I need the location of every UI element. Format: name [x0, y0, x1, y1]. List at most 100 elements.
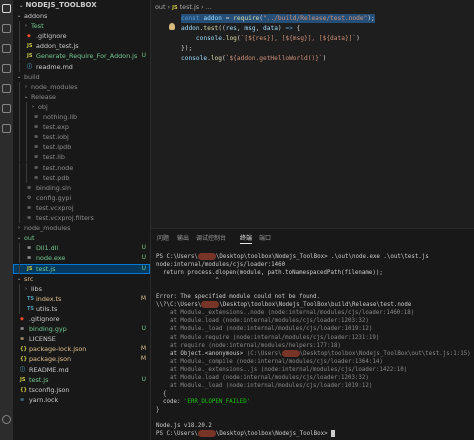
terminal-text: ^ — [156, 278, 219, 285]
file-item[interactable]: ≡ binding.sln — [13, 182, 150, 193]
chevron-right-icon[interactable]: › — [16, 223, 22, 233]
file-name: nothing.lib — [43, 113, 78, 121]
terminal-text: at Module.require (node:internal/modules… — [156, 334, 380, 341]
chevron-down-icon[interactable]: ⌄ — [16, 233, 22, 243]
folder-item[interactable]: ⌄ out — [13, 233, 150, 243]
file-item[interactable]: ≡ test.exp — [13, 122, 150, 133]
code-token: => — [285, 25, 293, 32]
file-item[interactable]: {} package.json M — [13, 354, 150, 364]
file-item[interactable]: ⚙ config.gypi — [13, 192, 150, 203]
file-file-icon: ≡ — [20, 396, 25, 403]
file-item[interactable]: ≡ LICENSE — [13, 334, 150, 344]
file-item[interactable]: ≡ test.ipdb — [13, 142, 150, 153]
panel-tab[interactable]: 终端 — [240, 235, 253, 244]
file-item[interactable]: ≡ test.vcxproj — [13, 202, 150, 213]
folder-item[interactable]: ⌄ Release — [13, 91, 150, 102]
file-item[interactable]: TS utils.ts — [13, 303, 150, 314]
folder-item[interactable]: ⌄ addons — [13, 11, 150, 21]
folder-item[interactable]: › Test — [13, 21, 150, 32]
lightbulb-icon[interactable] — [169, 23, 175, 30]
file-name: README.md — [29, 365, 69, 374]
file-name: binding.sln — [36, 183, 72, 192]
md-file-icon: ⓘ — [20, 366, 26, 373]
file-item[interactable]: ≡ yarn.lock — [13, 395, 150, 405]
folder-item[interactable]: › obj — [13, 101, 150, 112]
folder-item[interactable]: › libs — [13, 283, 150, 294]
folder-item[interactable]: ⌄ src — [13, 274, 150, 284]
code-token: ); — [367, 15, 375, 22]
remote-icon[interactable] — [2, 104, 11, 113]
chevron-down-icon[interactable]: ⌄ — [16, 274, 22, 284]
chevron-right-icon[interactable]: › — [23, 21, 29, 31]
file-item[interactable]: ≡ test.iobj — [13, 132, 150, 143]
panel-tab[interactable]: 问题 — [157, 235, 169, 243]
js-file-icon: JS — [172, 5, 178, 11]
indent-guide — [19, 162, 20, 173]
code-line: addon.test((res, msg, data) => { — [181, 24, 300, 33]
file-item[interactable]: JS test.js U — [13, 263, 150, 274]
terminal-text: Error: The specified module could not be… — [156, 294, 321, 301]
chevron-down-icon[interactable]: ⌄ — [23, 92, 29, 102]
file-item[interactable]: ≡ nothing.lib — [13, 112, 150, 122]
file-item[interactable]: ◆ .gitignore — [13, 314, 150, 324]
file-item[interactable]: ≡ test.pdb — [13, 172, 150, 183]
explorer-sidebar: ⌄ NODEJS_TOOLBOX ⌄ addons › Test ◆ .gitignore… — [13, 0, 151, 440]
file-item[interactable]: ≡ test.vcxproj.filters — [13, 213, 150, 223]
file-item[interactable]: ≡ test.lib — [13, 152, 150, 163]
file-name: Dll1.dll — [36, 244, 59, 253]
panel-tab[interactable]: 端口 — [259, 235, 271, 243]
chevron-down-icon[interactable]: ⌄ — [16, 72, 22, 82]
breadcrumb-separator: › — [201, 3, 204, 11]
code-token: log — [225, 35, 237, 42]
file-item[interactable]: ≡ node.exe U — [13, 253, 150, 264]
breadcrumb-symbol[interactable]: ... — [206, 3, 212, 11]
file-name: obj — [38, 102, 48, 111]
search-icon[interactable] — [2, 24, 11, 33]
testing-icon[interactable] — [2, 124, 11, 133]
indent-guide — [19, 112, 20, 122]
run-debug-icon[interactable] — [2, 64, 11, 73]
terminal-line: at Module._extensions..node (node:intern… — [156, 309, 414, 317]
chevron-right-icon[interactable]: › — [23, 284, 29, 294]
explorer-icon[interactable] — [2, 4, 11, 13]
file-item[interactable]: JS addon_test.js — [13, 41, 150, 52]
file-item[interactable]: ⓘ readme.md — [13, 61, 150, 72]
file-item[interactable]: ◆ .gitignore — [13, 31, 150, 42]
bottom-panel: 问题 输出 调试控制台 终端 端口 PS C:\Users\ \Desktop\toolb… — [151, 228, 474, 440]
file-item[interactable]: TS index.ts M — [13, 293, 150, 304]
folder-item[interactable]: › node_modules — [13, 81, 150, 92]
breadcrumb-folder[interactable]: out — [155, 3, 165, 11]
extensions-icon[interactable] — [2, 84, 11, 93]
terminal-line: } — [156, 406, 160, 414]
file-item[interactable]: JS Generate_Require_For_Addon.js U — [13, 51, 150, 62]
explorer-title[interactable]: ⌄ NODEJS_TOOLBOX — [13, 0, 150, 11]
chevron-down-icon[interactable]: ⌄ — [16, 11, 22, 21]
file-item[interactable]: ⓘ README.md — [13, 365, 150, 375]
terminal-text: at Module._compile (node:internal/module… — [156, 358, 383, 365]
file-item[interactable]: {} package-lock.json M — [13, 344, 150, 354]
file-item[interactable]: JS test.js U — [13, 375, 150, 385]
indent-guide — [26, 132, 27, 143]
folder-item[interactable]: › node_modules — [13, 223, 150, 233]
panel-tab[interactable]: 输出 — [177, 235, 189, 243]
source-control-icon[interactable] — [2, 44, 11, 53]
file-item[interactable]: ≡ binding.gyp U — [13, 324, 150, 334]
panel-tab[interactable]: 调试控制台 — [196, 235, 226, 243]
terminal-text: code: — [156, 398, 184, 405]
accounts-icon[interactable] — [2, 415, 11, 424]
editor-area: out › JS test.js › ... const addon = req… — [151, 0, 474, 228]
chevron-right-icon[interactable]: › — [30, 102, 36, 112]
file-item[interactable]: ≡ test.node — [13, 162, 150, 173]
file-item[interactable]: ≡ Dll1.dll U — [13, 243, 150, 254]
file-name: Generate_Require_For_Addon.js — [36, 52, 138, 61]
breadcrumb-file[interactable]: test.js — [180, 3, 199, 11]
chevron-right-icon[interactable]: › — [23, 82, 29, 92]
file-file-icon: ≡ — [27, 204, 32, 211]
ts-file-icon: TS — [27, 305, 35, 312]
file-file-icon: ≡ — [34, 124, 39, 131]
code-token: }); — [181, 45, 193, 52]
terminal-text: at Module._load (node:internal/modules/c… — [156, 326, 373, 333]
indent-guide — [19, 21, 20, 32]
file-item[interactable]: {} tsconfig.json — [13, 385, 150, 395]
folder-item[interactable]: ⌄ build — [13, 72, 150, 82]
